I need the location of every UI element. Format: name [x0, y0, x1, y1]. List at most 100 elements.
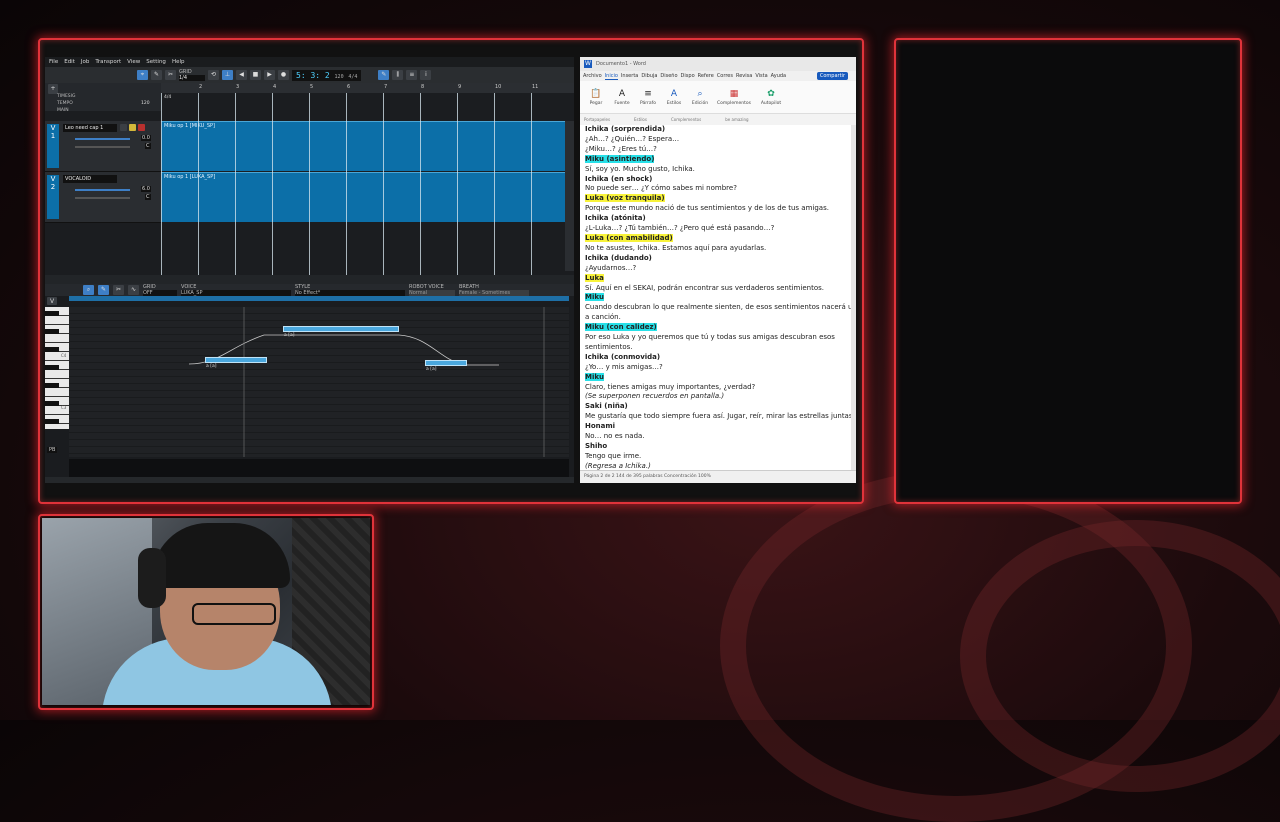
- style-select[interactable]: STYLE No Effect*: [295, 284, 405, 296]
- track-lane-1[interactable]: Miku op 1 [MIKU_SP]: [161, 121, 565, 171]
- track-record-button[interactable]: [138, 124, 145, 131]
- timeline-ruler[interactable]: 4/4 2 3 4 5 6 7 8 9 10 11: [161, 83, 574, 100]
- tab-disposicion[interactable]: Dispo: [681, 73, 695, 79]
- document-body[interactable]: Ichika (sorprendida) ¿Ah…? ¿Quién…? Esper…: [580, 125, 856, 471]
- tab-correspondencia[interactable]: Corres: [717, 73, 733, 79]
- stop-icon[interactable]: ■: [250, 70, 261, 80]
- note-block[interactable]: [283, 326, 399, 332]
- timesig-row-label: TIMESIG: [57, 94, 76, 99]
- play-icon[interactable]: ▶: [264, 70, 275, 80]
- tab-inicio[interactable]: Inicio: [604, 73, 618, 80]
- pointer-tool-icon[interactable]: ⌖: [137, 70, 148, 80]
- black-key[interactable]: [45, 419, 59, 424]
- font-button[interactable]: A Fuente: [610, 81, 634, 113]
- piano-roll-collapse-button[interactable]: V: [47, 297, 57, 305]
- editing-button[interactable]: ⌕ Edición: [688, 81, 712, 113]
- menu-job[interactable]: Job: [81, 59, 89, 65]
- bar-line: [494, 93, 495, 275]
- tab-diseno[interactable]: Diseño: [660, 73, 677, 79]
- share-button[interactable]: Compartir: [816, 72, 848, 80]
- volume-slider[interactable]: [75, 138, 130, 140]
- note-block[interactable]: [425, 360, 467, 366]
- black-key[interactable]: [45, 383, 59, 388]
- black-key[interactable]: [45, 311, 59, 316]
- paragraph-button[interactable]: ≡ Párrafo: [636, 81, 660, 113]
- black-key[interactable]: [45, 401, 59, 406]
- tab-insertar[interactable]: Inserta: [621, 73, 638, 79]
- menu-edit[interactable]: Edit: [64, 59, 75, 65]
- track-header-2[interactable]: V2 VOCALOID 6.0 C: [45, 172, 161, 223]
- black-key[interactable]: [45, 329, 59, 334]
- rewind-icon[interactable]: ◀: [236, 70, 247, 80]
- record-icon[interactable]: ●: [278, 70, 289, 80]
- pr-grid-select[interactable]: GRID OFF: [143, 284, 177, 296]
- vibrato-tool-icon[interactable]: ∿: [128, 285, 139, 295]
- vocal-part-label: Miku op 1 [MIKU_SP]: [164, 123, 215, 129]
- line-text: Miku: [585, 372, 605, 381]
- mixer-icon[interactable]: ⫼: [392, 70, 404, 80]
- tab-referencias[interactable]: Refere: [698, 73, 714, 79]
- pan-slider[interactable]: [75, 146, 130, 148]
- tab-vista[interactable]: Vista: [755, 73, 767, 79]
- track-mute-button[interactable]: [120, 124, 127, 131]
- ribbon-label: Párrafo: [640, 100, 656, 106]
- add-track-button[interactable]: +: [48, 84, 58, 94]
- voice-select[interactable]: VOICE LUKA_SP: [181, 284, 291, 296]
- styles-button[interactable]: A Estilos: [662, 81, 686, 113]
- scissors-tool-icon[interactable]: ✂: [113, 285, 124, 295]
- addins-button[interactable]: ▦ Complementos: [714, 81, 754, 113]
- tab-dibujar[interactable]: Dibuja: [641, 73, 657, 79]
- document-scrollbar[interactable]: [851, 125, 856, 471]
- volume-slider[interactable]: [75, 189, 130, 191]
- black-key[interactable]: [45, 365, 59, 370]
- list-icon[interactable]: ≡: [406, 70, 418, 80]
- pencil-tool-icon[interactable]: ✎: [151, 70, 162, 80]
- addins-icon: ▦: [729, 88, 739, 99]
- note-grid[interactable]: a [a] a [a] a [a]: [69, 307, 569, 457]
- automation-icon[interactable]: ✎: [378, 70, 390, 80]
- menu-view[interactable]: View: [127, 59, 140, 65]
- track-solo-button[interactable]: [129, 124, 136, 131]
- track-scrollbar[interactable]: [565, 121, 574, 271]
- controller-lane[interactable]: [69, 459, 569, 477]
- piano-keyboard[interactable]: C4 C3: [45, 307, 69, 429]
- track-number: V1: [47, 124, 59, 168]
- tab-revisar[interactable]: Revisa: [736, 73, 752, 79]
- menu-setting[interactable]: Setting: [146, 59, 166, 65]
- bar-number: 10: [495, 84, 502, 90]
- pan-value: C: [145, 143, 151, 149]
- pitch-bend-select[interactable]: PB: [47, 447, 58, 453]
- note-lyric: a [a]: [284, 333, 295, 338]
- menu-file[interactable]: File: [49, 59, 58, 65]
- black-key[interactable]: [45, 347, 59, 352]
- robot-voice-select[interactable]: ROBOT VOICE Normal: [409, 284, 455, 296]
- daw-toolbar: ⌖ ✎ ✂ GRID 1/4 ⟲ ⊥ ◀ ■ ▶ ● 5: 3: 2 120 4…: [45, 67, 574, 83]
- pencil-tool-icon[interactable]: ✎: [98, 285, 109, 295]
- track-name[interactable]: Leo need cap 1: [63, 124, 117, 132]
- note-block[interactable]: [205, 357, 267, 363]
- line-text: ¿L-Luka…? ¿Tú también…? ¿Pero qué está p…: [585, 224, 775, 233]
- select-tool-icon[interactable]: ⌕: [83, 285, 94, 295]
- breath-select[interactable]: BREATH Female - Sometimes: [459, 284, 529, 296]
- loop-icon[interactable]: ⟲: [208, 70, 219, 80]
- track-lane-2[interactable]: Miku op 1 [LUKA_SP]: [161, 172, 565, 222]
- grid-select[interactable]: GRID 1/4: [179, 69, 205, 81]
- snap-icon[interactable]: ⊥: [222, 70, 233, 80]
- autopilot-button[interactable]: ✿ Autopilot: [756, 81, 786, 113]
- paste-button[interactable]: 📋 Pegar: [584, 81, 608, 113]
- scissors-tool-icon[interactable]: ✂: [165, 70, 176, 80]
- piano-roll-ruler[interactable]: [69, 296, 569, 301]
- tab-archivo[interactable]: Archivo: [583, 73, 602, 79]
- dialogue-line: Sí. Aquí en el SEKAI, podrán encontrar s…: [585, 284, 855, 294]
- line-text: ¿Miku…? ¿Eres tú…?: [585, 144, 657, 153]
- tab-ayuda[interactable]: Ayuda: [771, 73, 786, 79]
- webcam-frame: [38, 514, 374, 710]
- track-header-1[interactable]: V1 Leo need cap 1 0.0 C: [45, 121, 161, 172]
- track-name[interactable]: VOCALOID: [63, 175, 117, 183]
- menu-transport[interactable]: Transport: [95, 59, 121, 65]
- info-icon[interactable]: i: [420, 70, 432, 80]
- menu-help[interactable]: Help: [172, 59, 185, 65]
- line-text: No puede ser… ¿Y cómo sabes mi nombre?: [585, 184, 737, 193]
- pan-slider[interactable]: [75, 197, 130, 199]
- piano-roll-scrollbar[interactable]: [45, 477, 574, 483]
